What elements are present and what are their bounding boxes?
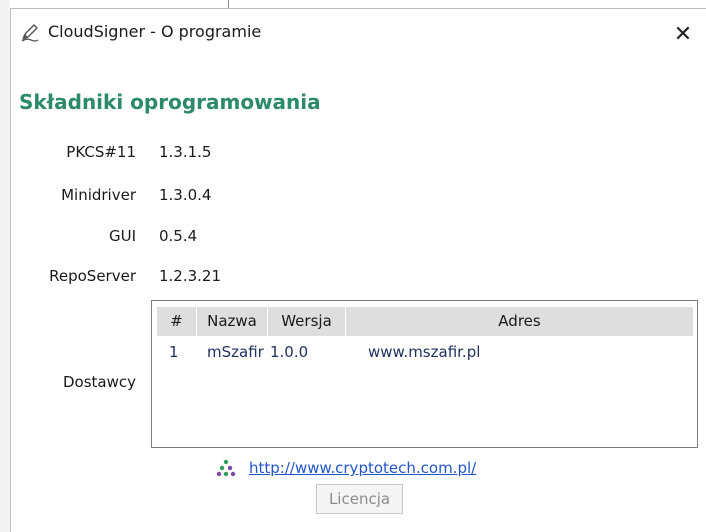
title-bar[interactable]: CloudSigner - O programie ✕ (11, 9, 706, 59)
component-label-reposerver: RepoServer (49, 267, 136, 285)
component-value-reposerver: 1.2.3.21 (159, 267, 222, 285)
website-link-group: http://www.cryptotech.com.pl/ (215, 457, 476, 479)
desktop-edge (228, 0, 229, 8)
cell-name: mSzafir (207, 343, 264, 361)
component-label-minidriver: Minidriver (61, 186, 136, 204)
table-header: # Nazwa Wersja Adres (157, 307, 693, 336)
column-header-address[interactable]: Adres (346, 307, 693, 336)
table-row[interactable]: 1 mSzafir 1.0.0 www.mszafir.pl (157, 338, 693, 366)
close-icon: ✕ (673, 21, 693, 47)
pen-icon (21, 24, 39, 42)
cryptotech-logo-icon (216, 459, 236, 477)
desktop-background (0, 0, 10, 532)
close-button[interactable]: ✕ (660, 9, 706, 59)
cell-version: 1.0.0 (270, 343, 309, 361)
window-title: CloudSigner - O programie (48, 22, 262, 41)
component-label-pkcs11: PKCS#11 (66, 143, 136, 161)
cell-address: www.mszafir.pl (368, 343, 481, 361)
column-header-name[interactable]: Nazwa (197, 307, 268, 336)
suppliers-label: Dostawcy (62, 373, 136, 391)
component-label-gui: GUI (108, 227, 136, 245)
component-value-minidriver: 1.3.0.4 (159, 186, 212, 204)
column-header-number[interactable]: # (157, 307, 197, 336)
cell-number: 1 (169, 343, 179, 361)
component-value-pkcs11: 1.3.1.5 (159, 143, 212, 161)
website-link[interactable]: http://www.cryptotech.com.pl/ (249, 459, 476, 477)
section-title: Składniki oprogramowania (19, 90, 321, 114)
suppliers-table[interactable]: # Nazwa Wersja Adres 1 mSzafir 1.0.0 www… (151, 300, 698, 448)
about-dialog: CloudSigner - O programie ✕ Składniki op… (10, 8, 706, 532)
component-value-gui: 0.5.4 (159, 227, 198, 245)
license-button[interactable]: Licencja (316, 484, 403, 514)
column-header-version[interactable]: Wersja (268, 307, 346, 336)
